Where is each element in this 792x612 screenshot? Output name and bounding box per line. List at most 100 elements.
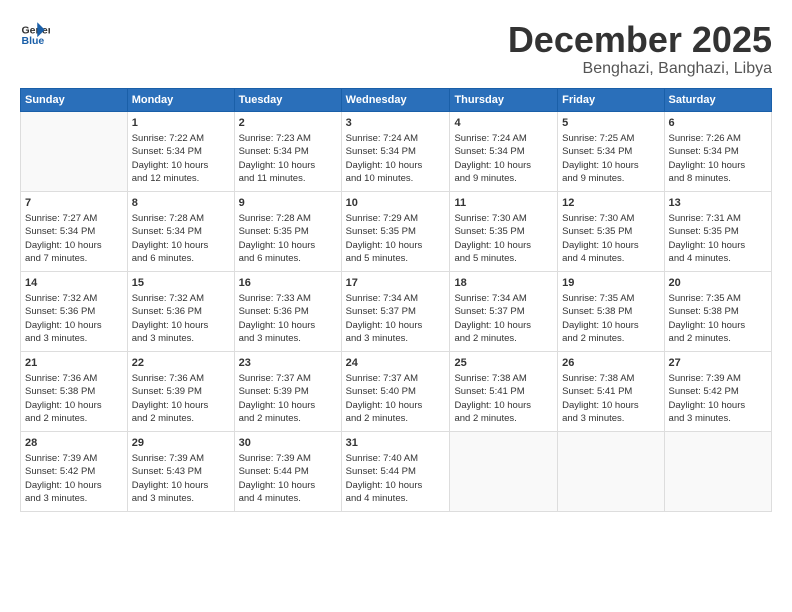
calendar-cell: 12Sunrise: 7:30 AMSunset: 5:35 PMDayligh… [558,191,664,271]
day-info: Daylight: 10 hours [132,159,230,172]
day-info: Daylight: 10 hours [25,239,123,252]
day-info: Daylight: 10 hours [562,159,659,172]
day-number: 19 [562,276,659,291]
calendar-week-row: 7Sunrise: 7:27 AMSunset: 5:34 PMDaylight… [21,191,772,271]
day-info: Sunset: 5:38 PM [25,385,123,398]
day-info: Sunset: 5:39 PM [239,385,337,398]
day-number: 10 [346,196,446,211]
calendar-header-row: SundayMondayTuesdayWednesdayThursdayFrid… [21,88,772,111]
day-number: 24 [346,356,446,371]
day-info: and 3 minutes. [669,412,767,425]
calendar-cell: 8Sunrise: 7:28 AMSunset: 5:34 PMDaylight… [127,191,234,271]
day-number: 12 [562,196,659,211]
calendar-cell: 20Sunrise: 7:35 AMSunset: 5:38 PMDayligh… [664,271,771,351]
day-info: and 4 minutes. [346,492,446,505]
day-number: 22 [132,356,230,371]
calendar-cell: 7Sunrise: 7:27 AMSunset: 5:34 PMDaylight… [21,191,128,271]
day-info: Sunrise: 7:38 AM [562,372,659,385]
day-info: Sunrise: 7:37 AM [239,372,337,385]
day-info: and 5 minutes. [454,252,553,265]
day-info: Daylight: 10 hours [562,239,659,252]
day-info: Daylight: 10 hours [346,319,446,332]
day-info: Daylight: 10 hours [562,399,659,412]
day-info: Sunrise: 7:39 AM [669,372,767,385]
calendar-cell: 29Sunrise: 7:39 AMSunset: 5:43 PMDayligh… [127,431,234,511]
logo: General Blue [20,20,50,50]
day-number: 15 [132,276,230,291]
day-info: Sunset: 5:35 PM [239,225,337,238]
day-info: Sunset: 5:42 PM [669,385,767,398]
day-info: Sunrise: 7:35 AM [562,292,659,305]
calendar-week-row: 21Sunrise: 7:36 AMSunset: 5:38 PMDayligh… [21,351,772,431]
calendar-cell: 30Sunrise: 7:39 AMSunset: 5:44 PMDayligh… [234,431,341,511]
calendar-cell: 15Sunrise: 7:32 AMSunset: 5:36 PMDayligh… [127,271,234,351]
calendar-cell: 18Sunrise: 7:34 AMSunset: 5:37 PMDayligh… [450,271,558,351]
calendar-header-sunday: Sunday [21,88,128,111]
page-header: General Blue December 2025 Benghazi, Ban… [20,20,772,78]
day-info: Daylight: 10 hours [25,399,123,412]
day-number: 30 [239,436,337,451]
day-info: Daylight: 10 hours [669,399,767,412]
day-info: Sunrise: 7:28 AM [132,212,230,225]
day-number: 1 [132,116,230,131]
day-number: 25 [454,356,553,371]
day-number: 18 [454,276,553,291]
day-info: Sunrise: 7:39 AM [25,452,123,465]
day-info: Sunset: 5:35 PM [454,225,553,238]
day-info: Daylight: 10 hours [346,399,446,412]
day-info: Daylight: 10 hours [669,159,767,172]
day-info: Daylight: 10 hours [346,159,446,172]
day-info: Sunrise: 7:36 AM [25,372,123,385]
day-info: Sunset: 5:39 PM [132,385,230,398]
day-info: Daylight: 10 hours [669,319,767,332]
day-number: 5 [562,116,659,131]
calendar-cell: 9Sunrise: 7:28 AMSunset: 5:35 PMDaylight… [234,191,341,271]
day-info: Daylight: 10 hours [669,239,767,252]
calendar-header-friday: Friday [558,88,664,111]
day-info: and 2 minutes. [132,412,230,425]
calendar-header-tuesday: Tuesday [234,88,341,111]
day-info: Sunset: 5:44 PM [346,465,446,478]
calendar-cell: 2Sunrise: 7:23 AMSunset: 5:34 PMDaylight… [234,111,341,191]
day-info: Sunset: 5:35 PM [669,225,767,238]
day-info: Sunset: 5:41 PM [454,385,553,398]
day-info: Sunrise: 7:27 AM [25,212,123,225]
day-info: Sunrise: 7:30 AM [562,212,659,225]
day-info: Sunrise: 7:35 AM [669,292,767,305]
day-info: and 8 minutes. [669,172,767,185]
day-info: Sunrise: 7:28 AM [239,212,337,225]
day-info: and 6 minutes. [239,252,337,265]
day-info: Sunset: 5:38 PM [562,305,659,318]
day-number: 29 [132,436,230,451]
day-info: and 4 minutes. [669,252,767,265]
calendar-cell: 6Sunrise: 7:26 AMSunset: 5:34 PMDaylight… [664,111,771,191]
day-number: 21 [25,356,123,371]
calendar-cell: 25Sunrise: 7:38 AMSunset: 5:41 PMDayligh… [450,351,558,431]
day-info: Sunrise: 7:39 AM [132,452,230,465]
day-info: Sunset: 5:34 PM [454,145,553,158]
day-info: Daylight: 10 hours [346,479,446,492]
day-number: 13 [669,196,767,211]
calendar-header-saturday: Saturday [664,88,771,111]
day-info: Daylight: 10 hours [239,399,337,412]
day-number: 28 [25,436,123,451]
calendar-cell: 16Sunrise: 7:33 AMSunset: 5:36 PMDayligh… [234,271,341,351]
day-number: 2 [239,116,337,131]
day-info: Daylight: 10 hours [454,319,553,332]
day-info: Daylight: 10 hours [25,319,123,332]
calendar-table: SundayMondayTuesdayWednesdayThursdayFrid… [20,88,772,512]
calendar-cell: 22Sunrise: 7:36 AMSunset: 5:39 PMDayligh… [127,351,234,431]
day-info: Sunrise: 7:37 AM [346,372,446,385]
day-info: and 3 minutes. [25,332,123,345]
day-info: Daylight: 10 hours [132,319,230,332]
day-info: Sunset: 5:36 PM [239,305,337,318]
day-info: and 11 minutes. [239,172,337,185]
day-info: and 12 minutes. [132,172,230,185]
calendar-week-row: 14Sunrise: 7:32 AMSunset: 5:36 PMDayligh… [21,271,772,351]
day-info: Sunset: 5:44 PM [239,465,337,478]
day-info: and 7 minutes. [25,252,123,265]
calendar-cell: 31Sunrise: 7:40 AMSunset: 5:44 PMDayligh… [341,431,450,511]
day-info: and 2 minutes. [454,412,553,425]
day-info: and 2 minutes. [454,332,553,345]
svg-text:Blue: Blue [22,35,45,47]
